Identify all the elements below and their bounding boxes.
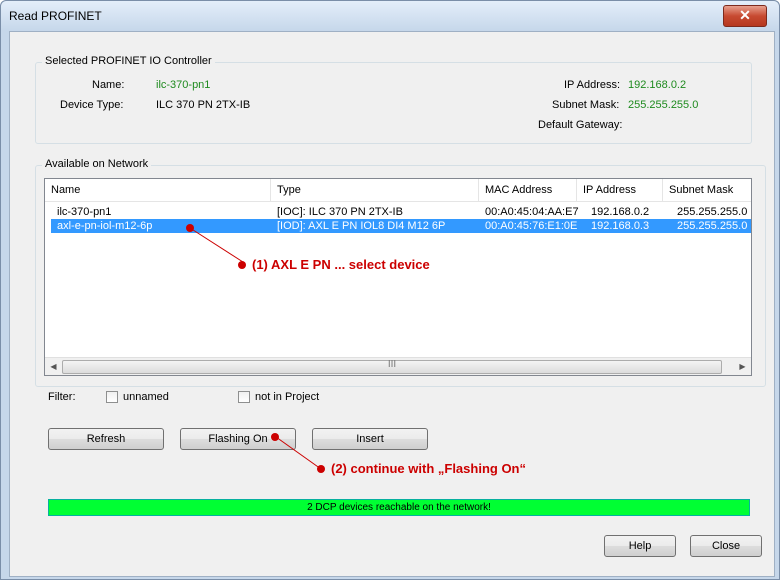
scroll-thumb[interactable]: III [62, 360, 722, 374]
device-mac-cell: 00:A0:45:76:E1:0E [485, 220, 578, 232]
column-header-ip[interactable]: IP Address [577, 179, 663, 201]
annotation-step-1: (1) AXL E PN ... select device [252, 257, 430, 272]
annotation-dot-start-1 [186, 224, 194, 232]
device-mac-cell: 00:A0:45:04:AA:E7 [485, 206, 579, 218]
device-subnet-cell: 255.255.255.0 [677, 206, 748, 218]
insert-button[interactable]: Insert [312, 428, 428, 450]
controller-name-label: Name: [92, 79, 125, 91]
unnamed-checkbox[interactable] [106, 391, 118, 403]
controller-subnet-label: Subnet Mask: [552, 99, 620, 111]
annotation-dot-end-2 [317, 465, 325, 473]
filter-label: Filter: [48, 391, 76, 403]
controller-ip-value: 192.168.0.2 [628, 79, 687, 91]
controller-group-title: Selected PROFINET IO Controller [42, 55, 215, 67]
network-group-title: Available on Network [42, 158, 152, 170]
column-header-subnet[interactable]: Subnet Mask [663, 179, 751, 201]
horizontal-scrollbar[interactable]: ◀ III ▶ [45, 357, 751, 375]
window-close-button[interactable]: ✕ [723, 5, 767, 27]
window-title: Read PROFINET [9, 9, 102, 23]
controller-ip-label: IP Address: [564, 79, 621, 91]
annotation-step-2: (2) continue with „Flashing On“ [331, 461, 526, 476]
controller-device-type-value: ILC 370 PN 2TX-IB [156, 99, 251, 111]
scroll-left-arrow-icon[interactable]: ◀ [45, 358, 62, 375]
controller-subnet-value: 255.255.255.0 [628, 99, 699, 111]
device-type-cell: [IOC]: ILC 370 PN 2TX-IB [277, 206, 403, 218]
scroll-right-arrow-icon[interactable]: ▶ [734, 358, 751, 375]
device-row-axl-selected[interactable]: axl-e-pn-iol-m12-6p [IOD]: AXL E PN IOL8… [51, 219, 751, 233]
unnamed-checkbox-label: unnamed [123, 391, 169, 403]
device-list[interactable]: Name Type MAC Address IP Address Subnet … [44, 178, 752, 376]
device-type-cell: [IOD]: AXL E PN IOL8 DI4 M12 6P [277, 220, 446, 232]
refresh-button[interactable]: Refresh [48, 428, 164, 450]
flashing-on-button[interactable]: Flashing On [180, 428, 296, 450]
column-header-mac[interactable]: MAC Address [479, 179, 577, 201]
device-name-cell: axl-e-pn-iol-m12-6p [57, 220, 153, 232]
column-header-name[interactable]: Name [45, 179, 271, 201]
device-row-ilc[interactable]: ilc-370-pn1 [IOC]: ILC 370 PN 2TX-IB 00:… [51, 205, 751, 219]
controller-gateway-label: Default Gateway: [538, 119, 623, 131]
device-subnet-cell: 255.255.255.0 [677, 220, 748, 232]
device-ip-cell: 192.168.0.2 [591, 206, 650, 218]
column-header-type[interactable]: Type [271, 179, 479, 201]
close-button[interactable]: Close [690, 535, 762, 557]
controller-name-value: ilc-370-pn1 [156, 79, 211, 91]
help-button[interactable]: Help [604, 535, 676, 557]
status-bar: 2 DCP devices reachable on the network! [48, 499, 750, 516]
not-in-project-checkbox-label: not in Project [255, 391, 320, 403]
title-bar: Read PROFINET ✕ [1, 1, 779, 31]
controller-device-type-label: Device Type: [60, 99, 124, 111]
device-ip-cell: 192.168.0.3 [591, 220, 650, 232]
annotation-dot-start-2 [271, 433, 279, 441]
device-name-cell: ilc-370-pn1 [57, 206, 112, 218]
annotation-dot-end-1 [238, 261, 246, 269]
not-in-project-checkbox[interactable] [238, 391, 250, 403]
device-list-header: Name Type MAC Address IP Address Subnet … [45, 179, 751, 202]
